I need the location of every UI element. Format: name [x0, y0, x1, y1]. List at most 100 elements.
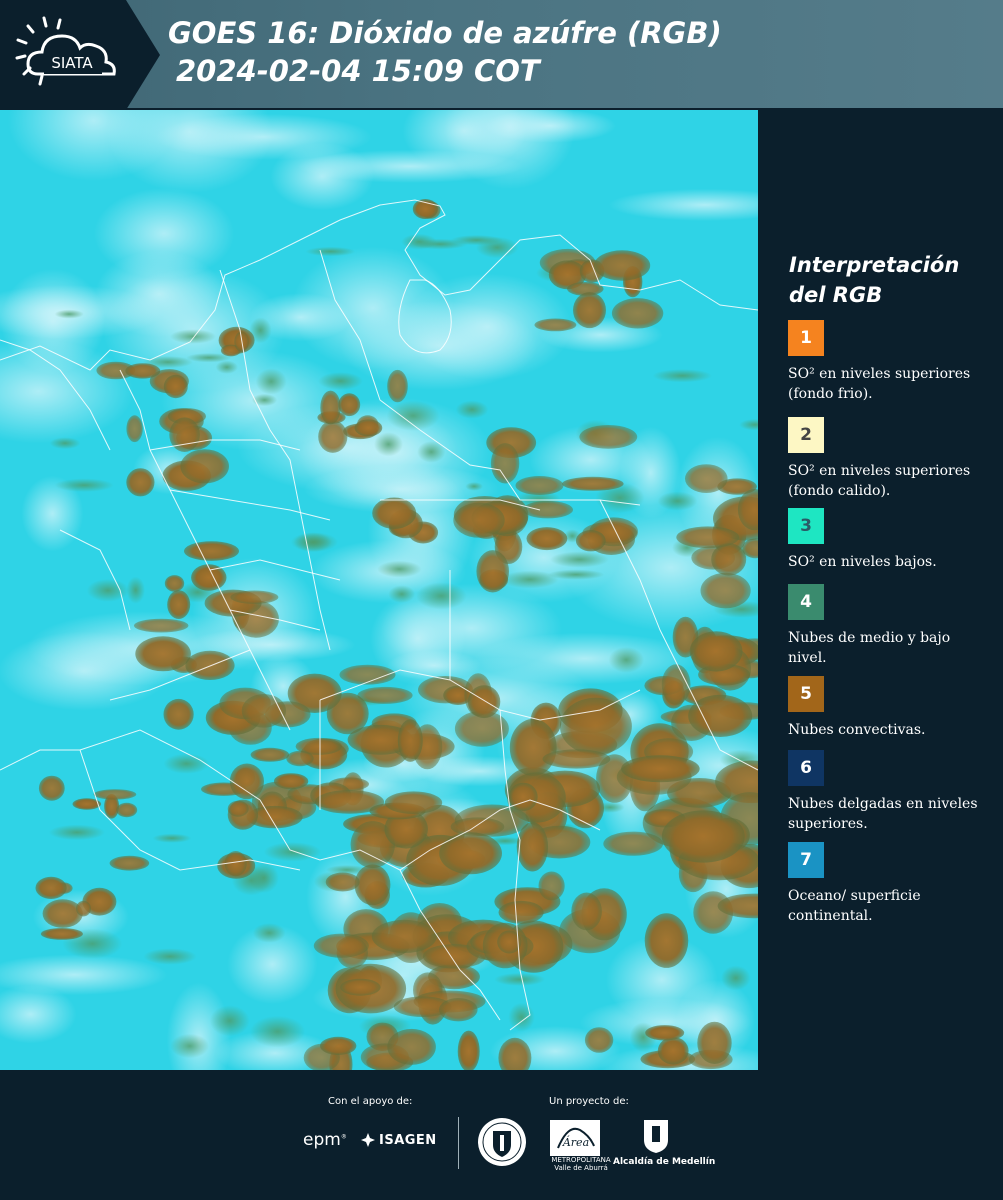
- title-timestamp: 2024-02-04 15:09 COT: [176, 54, 540, 88]
- header: SIATA GOES 16: Dióxido de azúfre (RGB) 2…: [0, 0, 1003, 110]
- area-line2: Valle de Aburrá: [554, 1164, 608, 1172]
- convective-cloud: [509, 718, 557, 777]
- convective-cloud: [644, 913, 689, 968]
- convective-cloud: [354, 419, 383, 437]
- convective-cloud: [611, 298, 664, 329]
- legend-swatch-1: 1: [788, 320, 824, 356]
- legend-title: Interpretación del RGB: [789, 250, 989, 310]
- convective-cloud: [453, 502, 505, 538]
- low-cloud-patch: [450, 235, 503, 246]
- convective-cloud: [286, 750, 314, 767]
- satellite-map[interactable]: [0, 110, 758, 1070]
- low-cloud-patch: [416, 582, 467, 610]
- legend-text-3: SO² en niveles bajos.: [788, 554, 937, 570]
- low-cloud-patch: [386, 400, 440, 431]
- convective-cloud: [241, 694, 287, 728]
- low-cloud-patch: [455, 400, 489, 419]
- convective-cloud: [689, 631, 743, 672]
- legend-item-6: 6 Nubes delgadas en niveles superiores.: [788, 750, 978, 834]
- low-cloud-patch: [126, 576, 145, 604]
- convective-cloud: [594, 250, 651, 281]
- convective-cloud: [387, 1028, 436, 1065]
- convective-cloud: [522, 501, 573, 519]
- low-cloud-patch: [170, 1033, 210, 1059]
- low-cloud-patch: [465, 482, 484, 491]
- convective-cloud: [320, 1036, 357, 1055]
- convective-cloud: [184, 541, 239, 561]
- legend-text-7: Oceano/ superficie continental.: [788, 888, 921, 924]
- convective-cloud: [661, 810, 745, 863]
- convective-cloud: [467, 685, 501, 719]
- convective-cloud: [508, 782, 538, 812]
- support-label: Con el apoyo de:: [328, 1096, 413, 1107]
- low-cloud-patch: [377, 560, 422, 578]
- convective-cloud: [109, 855, 150, 871]
- convective-cloud: [372, 497, 417, 529]
- convective-cloud: [439, 832, 502, 875]
- low-cloud-patch: [252, 923, 286, 943]
- convective-cloud: [167, 590, 191, 619]
- legend-title-line2: del RGB: [789, 283, 883, 307]
- convective-cloud: [93, 789, 137, 800]
- low-cloud-patch: [48, 824, 105, 841]
- isagen-star-icon: [361, 1133, 375, 1147]
- legend-swatch-6: 6: [788, 750, 824, 786]
- convective-cloud: [134, 618, 189, 633]
- low-cloud-patch: [305, 246, 356, 257]
- svg-text:SIATA: SIATA: [51, 54, 93, 72]
- legend-text-2: SO² en niveles superiores (fondo calido)…: [788, 463, 971, 499]
- convective-cloud: [180, 449, 229, 484]
- footer: Con el apoyo de: Un proyecto de: epm® IS…: [0, 1070, 1003, 1200]
- legend-item-1: 1 SO² en niveles superiores (fondo frio)…: [788, 320, 978, 404]
- low-cloud-patch: [652, 369, 712, 383]
- convective-cloud: [163, 374, 188, 399]
- alcaldia-shield-icon: [644, 1120, 668, 1153]
- haze-patch: [93, 188, 235, 280]
- legend-swatch-2: 2: [788, 417, 824, 453]
- convective-cloud: [603, 831, 664, 856]
- convective-cloud: [227, 800, 249, 817]
- low-cloud-patch: [318, 372, 363, 391]
- convective-cloud: [457, 1030, 480, 1070]
- legend-panel: Interpretación del RGB 1 SO² en niveles …: [760, 110, 1003, 1070]
- project-label: Un proyecto de:: [549, 1096, 629, 1107]
- low-cloud-patch: [170, 329, 217, 344]
- convective-cloud: [559, 697, 632, 755]
- low-cloud-patch: [388, 585, 416, 603]
- convective-cloud: [498, 900, 544, 924]
- convective-cloud: [575, 530, 606, 552]
- convective-cloud: [320, 390, 341, 425]
- convective-cloud: [354, 864, 391, 906]
- satellite-image: [0, 110, 758, 1070]
- convective-cloud: [579, 425, 638, 449]
- convective-cloud: [584, 1027, 614, 1053]
- epm-logo: epm®: [303, 1130, 347, 1150]
- convective-cloud: [397, 719, 423, 762]
- convective-cloud: [40, 928, 83, 940]
- low-cloud-patch: [49, 437, 81, 450]
- legend-text-4: Nubes de medio y bajo nivel.: [788, 630, 951, 666]
- low-cloud-patch: [251, 393, 278, 407]
- low-cloud-patch: [54, 309, 84, 319]
- low-cloud-patch: [293, 532, 332, 552]
- convective-cloud: [538, 871, 565, 901]
- epm-logo-text: epm: [303, 1130, 341, 1150]
- legend-swatch-3: 3: [788, 508, 824, 544]
- convective-cloud: [439, 998, 478, 1022]
- alcaldia-text: Alcaldía de Medellín: [613, 1157, 716, 1167]
- convective-cloud: [688, 694, 753, 738]
- convective-cloud: [661, 664, 691, 705]
- convective-cloud: [542, 749, 611, 769]
- title-product: GOES 16: Dióxido de azúfre (RGB): [168, 16, 722, 50]
- legend-title-line1: Interpretación: [789, 253, 960, 277]
- convective-cloud: [126, 468, 155, 497]
- convective-cloud: [250, 747, 290, 762]
- low-cloud-patch: [494, 972, 545, 986]
- convective-cloud: [313, 933, 369, 958]
- convective-cloud: [573, 292, 606, 329]
- low-cloud-patch: [547, 569, 605, 580]
- low-cloud-patch: [163, 753, 210, 774]
- convective-cloud: [562, 476, 624, 491]
- low-cloud-patch: [657, 491, 698, 511]
- isagen-logo-text: ISAGEN: [379, 1132, 437, 1148]
